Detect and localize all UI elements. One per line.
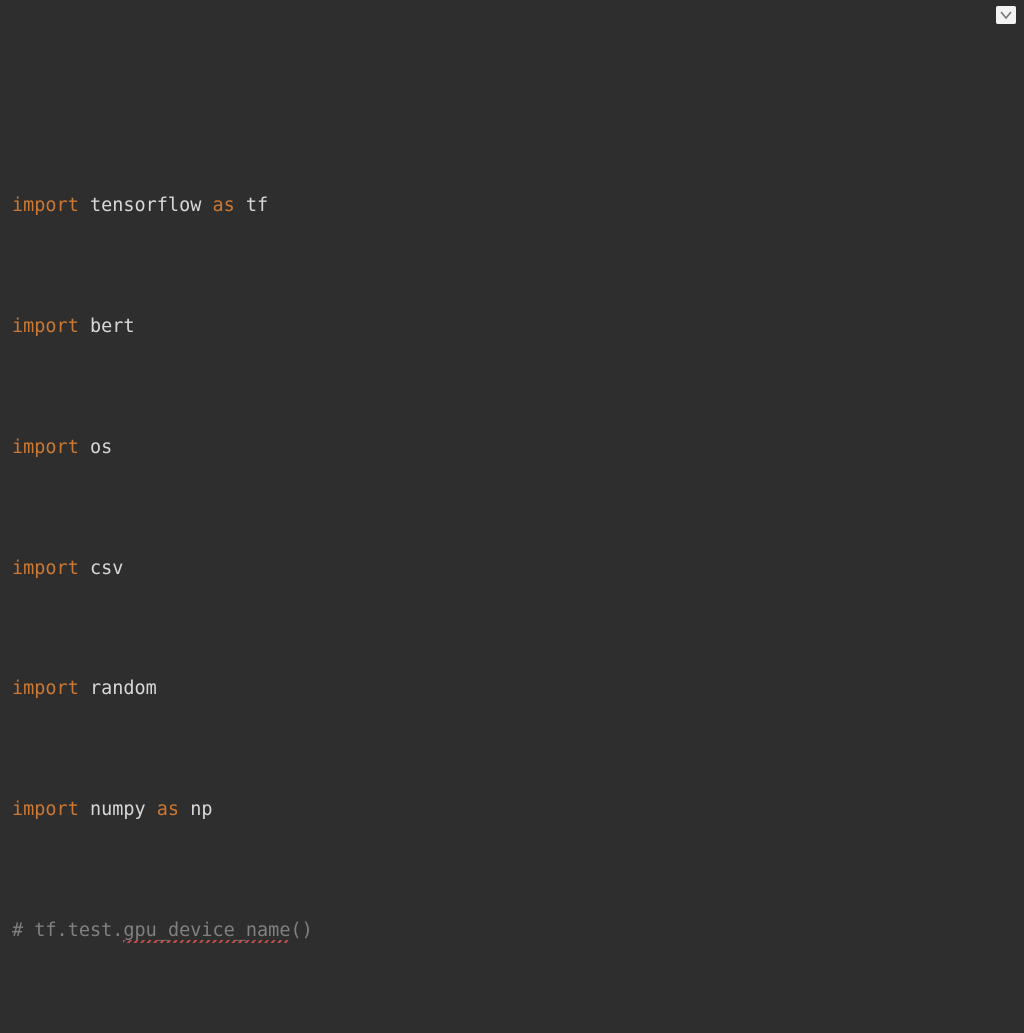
code-line: import bert [12, 312, 1012, 342]
code-line: import csv [12, 554, 1012, 584]
code-line: import os [12, 433, 1012, 463]
code-line: import tensorflow as tf [12, 191, 1012, 221]
spellcheck-squiggle: gpu_device_name [123, 920, 290, 941]
code-line: import numpy as np [12, 795, 1012, 825]
code-line: import random [12, 674, 1012, 704]
code-line: # tf.test.gpu_device_name() [12, 916, 1012, 946]
code-editor[interactable]: import tensorflow as tf import bert impo… [0, 0, 1024, 1033]
chevron-down-icon [1000, 10, 1012, 20]
run-cell-button[interactable] [996, 6, 1016, 24]
